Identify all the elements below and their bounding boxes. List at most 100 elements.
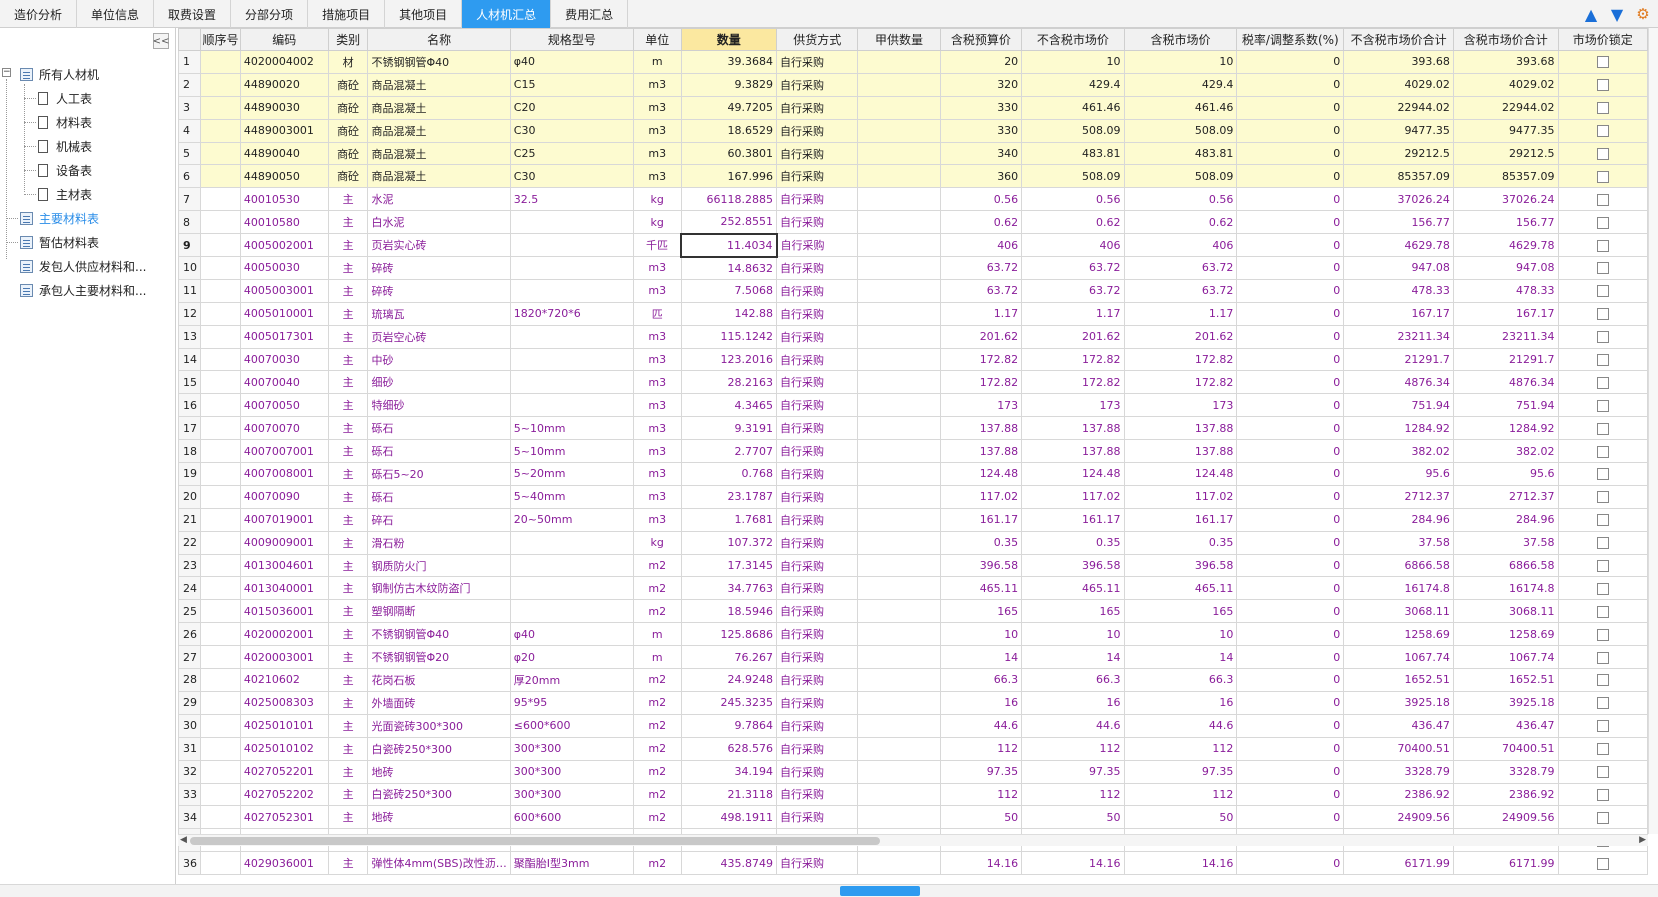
tab-7[interactable]: 费用汇总 — [551, 0, 629, 28]
table-cell[interactable]: 124.48 — [1123, 462, 1238, 486]
lock-checkbox[interactable] — [1596, 560, 1609, 573]
table-cell[interactable]: 自行采购 — [776, 50, 859, 74]
table-row[interactable]: 6 44890050 商砼 商品混凝土 C30 m3 167.996 自行采购 360 508.0… — [178, 164, 1648, 189]
table-cell[interactable]: 37.58 — [1452, 530, 1559, 555]
table-cell[interactable]: 2386.92 — [1452, 782, 1559, 807]
table-row[interactable]: 10 40050030 主碎砖 m3 14.8632 自行采购 63.72 63.72 63.7… — [178, 256, 1648, 280]
column-header[interactable]: 顺序号 — [200, 28, 241, 51]
table-cell[interactable]: 中砂 — [367, 347, 511, 372]
table-cell[interactable]: 0 — [1236, 393, 1345, 418]
table-cell[interactable]: 4020003001 — [239, 645, 329, 670]
table-cell[interactable]: 284.96 — [1452, 507, 1559, 532]
table-cell[interactable]: 498.1911 — [680, 805, 778, 830]
table-cell[interactable]: 10 — [1021, 50, 1125, 74]
table-cell[interactable]: 40070090 — [239, 484, 329, 509]
table-cell[interactable] — [857, 622, 941, 647]
table-cell[interactable]: 0.62 — [1123, 210, 1238, 235]
column-header[interactable]: 甲供数量 — [857, 28, 941, 51]
table-cell[interactable]: 自行采购 — [776, 713, 859, 738]
table-cell[interactable] — [200, 759, 241, 784]
table-cell[interactable]: C25 — [509, 141, 634, 166]
table-cell[interactable] — [200, 210, 241, 235]
table-cell[interactable] — [857, 95, 941, 120]
table-cell[interactable]: 1652.51 — [1452, 668, 1559, 692]
table-cell[interactable] — [857, 553, 941, 578]
table-row[interactable]: 31 4025010102 主白瓷砖250*300 300*300 m2 628.576 自… — [178, 736, 1648, 761]
table-cell[interactable]: 自行采购 — [776, 690, 859, 715]
table-cell[interactable]: 主 — [327, 599, 369, 624]
table-cell[interactable] — [857, 301, 941, 326]
table-cell[interactable]: φ20 — [509, 645, 634, 670]
lock-checkbox[interactable] — [1596, 399, 1609, 412]
table-cell[interactable]: 1.17 — [1021, 301, 1125, 326]
table-cell[interactable]: 167.17 — [1343, 301, 1454, 326]
table-row[interactable]: 23 4013004601 主钢质防火门 m2 17.3145 自行采购 396.58 396… — [178, 553, 1648, 578]
lock-checkbox[interactable] — [1596, 766, 1609, 779]
table-row[interactable]: 34 4027052301 主地砖 600*600 m2 498.1911 自行采购 50 50… — [178, 805, 1648, 830]
column-header[interactable]: 不含税市场价合计 — [1343, 28, 1454, 51]
lock-checkbox[interactable] — [1596, 354, 1609, 367]
lock-checkbox[interactable] — [1596, 308, 1609, 321]
lock-checkbox[interactable] — [1596, 79, 1609, 92]
table-cell[interactable]: 751.94 — [1452, 393, 1559, 418]
table-cell[interactable]: 39.3684 — [680, 50, 778, 74]
table-cell[interactable]: 66.3 — [1021, 668, 1125, 692]
table-cell[interactable]: 340 — [939, 141, 1023, 166]
table-cell[interactable]: 508.09 — [1021, 164, 1125, 189]
table-cell[interactable]: 137.88 — [1123, 416, 1238, 441]
table-cell[interactable]: 千匹 — [632, 233, 682, 258]
table-cell[interactable]: 主 — [327, 462, 369, 486]
table-cell[interactable]: 156.77 — [1452, 210, 1559, 235]
table-cell[interactable]: 123.2016 — [680, 347, 778, 372]
table-cell[interactable]: 4007019001 — [239, 507, 329, 532]
table-cell[interactable]: 白瓷砖250*300 — [367, 782, 511, 807]
table-cell[interactable]: 201.62 — [1123, 324, 1238, 349]
column-header[interactable]: 税率/调整系数(%) — [1236, 28, 1345, 51]
table-cell[interactable]: m2 — [632, 576, 682, 601]
table-cell[interactable]: 0 — [1236, 164, 1345, 189]
table-cell[interactable]: 1.17 — [1123, 301, 1238, 326]
table-cell[interactable]: 钢质防火门 — [367, 553, 511, 578]
tab-5[interactable]: 其他项目 — [385, 0, 463, 28]
table-cell[interactable] — [200, 507, 241, 532]
table-cell[interactable]: 300*300 — [509, 736, 634, 761]
table-cell[interactable]: 66.3 — [1123, 668, 1238, 692]
table-row[interactable]: 7 40010530 主水泥 32.5 kg 66118.2885 自行采购 0.56 0.56… — [178, 187, 1648, 212]
table-cell[interactable]: 自行采购 — [776, 393, 859, 418]
table-cell[interactable]: 0 — [1236, 301, 1345, 326]
table-cell[interactable]: 478.33 — [1343, 278, 1454, 303]
table-cell[interactable] — [200, 256, 241, 280]
table-cell[interactable]: 85357.09 — [1343, 164, 1454, 189]
table-cell[interactable]: 10 — [1123, 50, 1238, 74]
lock-checkbox[interactable] — [1596, 491, 1609, 504]
table-cell[interactable]: 508.09 — [1123, 164, 1238, 189]
table-cell[interactable] — [857, 72, 941, 97]
table-cell[interactable]: 主 — [327, 530, 369, 555]
lock-checkbox[interactable] — [1596, 170, 1609, 183]
table-cell[interactable] — [200, 851, 241, 876]
table-cell[interactable]: 0.62 — [939, 210, 1023, 235]
lock-checkbox[interactable] — [1596, 537, 1609, 550]
table-cell[interactable]: 3328.79 — [1343, 759, 1454, 784]
table-cell[interactable] — [857, 370, 941, 395]
table-cell[interactable] — [200, 690, 241, 715]
table-row[interactable]: 11 4005003001 主碎砖 m3 7.5068 自行采购 63.72 63.72 63.… — [178, 278, 1648, 303]
table-cell[interactable] — [200, 484, 241, 509]
table-cell[interactable]: 465.11 — [1123, 576, 1238, 601]
table-cell[interactable]: 165 — [1021, 599, 1125, 624]
table-cell[interactable]: 0 — [1236, 347, 1345, 372]
table-cell[interactable]: 284.96 — [1343, 507, 1454, 532]
table-cell[interactable]: 0 — [1236, 439, 1345, 464]
table-cell[interactable]: 0 — [1236, 553, 1345, 578]
tree-node[interactable]: 主要材料表 — [0, 206, 176, 230]
table-cell[interactable] — [857, 347, 941, 372]
table-cell[interactable]: 0 — [1236, 50, 1345, 74]
table-cell[interactable]: 主 — [327, 301, 369, 326]
table-cell[interactable]: 匹 — [632, 301, 682, 326]
table-cell[interactable]: 0.56 — [1021, 187, 1125, 212]
table-cell[interactable]: 382.02 — [1343, 439, 1454, 464]
table-cell[interactable]: 49.7205 — [680, 95, 778, 120]
column-header[interactable]: 名称 — [367, 28, 511, 51]
table-cell[interactable]: 0 — [1236, 576, 1345, 601]
table-cell[interactable]: 0 — [1236, 484, 1345, 509]
